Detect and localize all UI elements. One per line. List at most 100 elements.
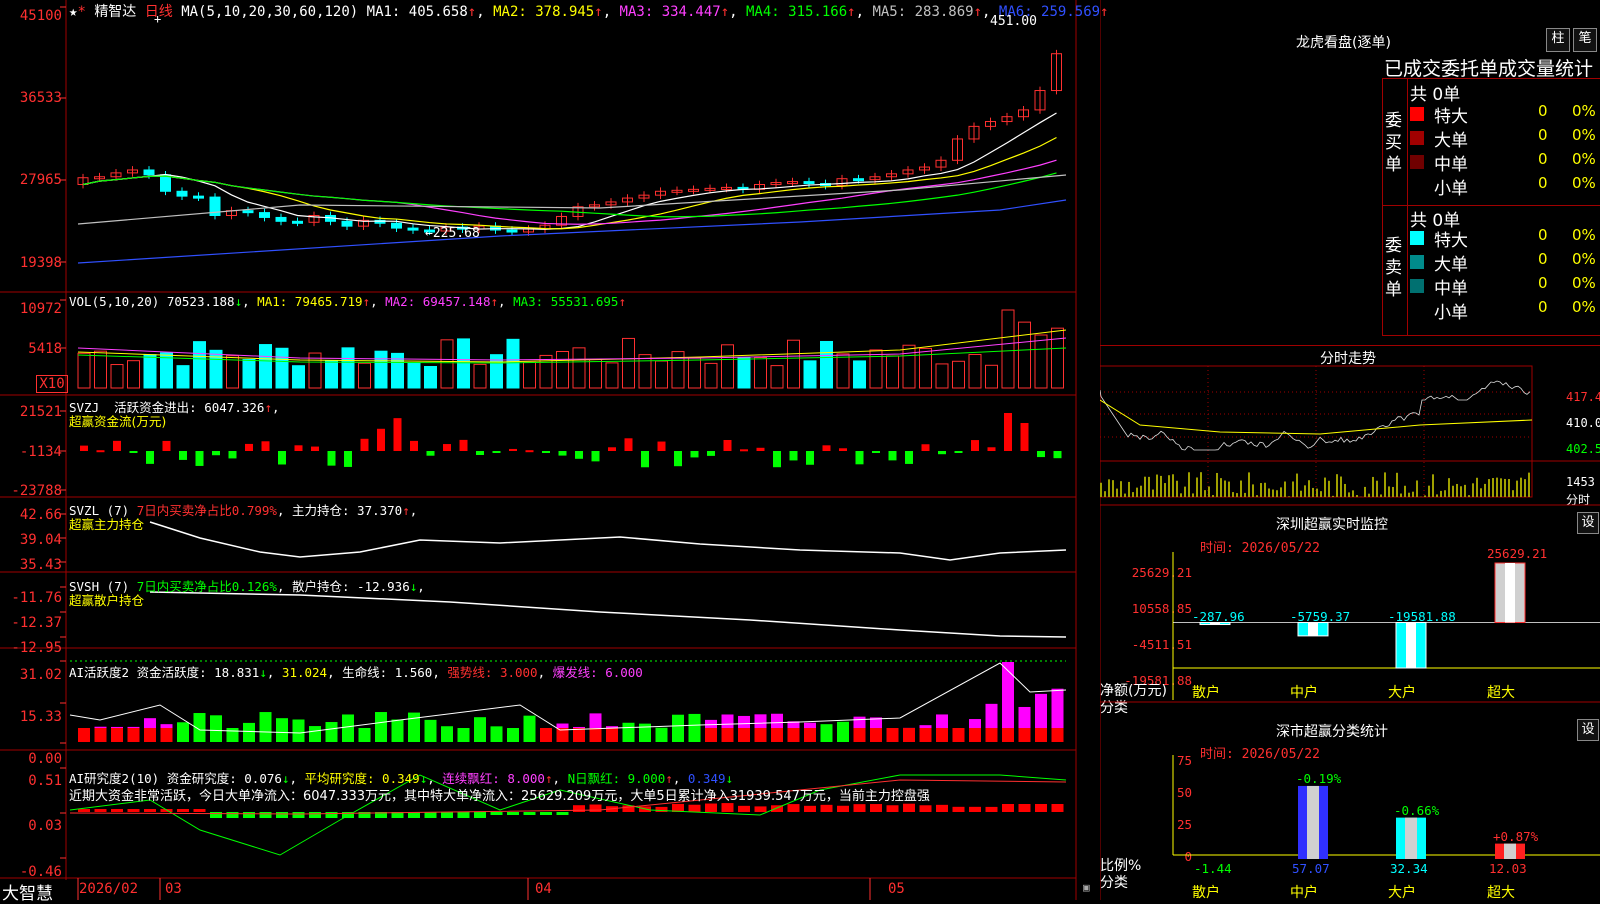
activity-base xyxy=(144,728,156,742)
volume-bar xyxy=(408,363,420,388)
ma3-value: MA3: 334.447 xyxy=(620,4,721,20)
ai-active-v5: 爆发线: 6.000 xyxy=(553,665,643,680)
sz-classify-settings-button[interactable]: 设 xyxy=(1577,719,1599,741)
sell-row-pct: 0% xyxy=(1572,226,1596,244)
money-flow-bar xyxy=(592,451,600,461)
buy-row-swatch xyxy=(1410,131,1424,145)
intraday-ytick-2: 402.5 xyxy=(1566,442,1600,456)
research-bar xyxy=(441,812,453,818)
ai-active-v4: 强势线: 3.000 xyxy=(447,665,537,680)
intraday-vol-bar xyxy=(1152,490,1154,497)
buy-row-swatch xyxy=(1410,155,1424,169)
research-bar xyxy=(507,812,519,815)
money-flow-bar xyxy=(394,418,402,451)
activity-base xyxy=(326,728,338,742)
activity-base xyxy=(722,728,734,742)
activity-base xyxy=(161,728,173,742)
intraday-vol-bar xyxy=(1288,496,1290,497)
research-bar xyxy=(854,804,866,812)
date-label-1: 03 xyxy=(165,881,182,897)
volume-bar xyxy=(590,360,602,388)
candle-body xyxy=(161,175,171,191)
volume-bar xyxy=(177,366,189,388)
money-flow-bar xyxy=(872,451,880,453)
sz-monitor-bar xyxy=(1298,623,1328,636)
research-bar xyxy=(837,806,849,812)
activity-base xyxy=(425,728,437,742)
research-bar xyxy=(936,805,948,812)
candle-body xyxy=(276,217,286,221)
intraday-vol-bar xyxy=(1180,493,1182,497)
money-flow-bar xyxy=(328,451,336,466)
sz-monitor-settings-button[interactable]: 设 xyxy=(1577,512,1599,534)
money-flow-bar xyxy=(97,450,105,452)
volume-bar xyxy=(738,357,750,388)
intraday-volume xyxy=(1100,472,1530,497)
money-flow-bar xyxy=(691,451,699,457)
research-bar xyxy=(128,809,140,812)
money-flow-bar xyxy=(163,441,171,451)
ma5-value: MA5: 283.869 xyxy=(872,4,973,20)
intraday-vol-bar xyxy=(1136,488,1138,497)
intraday-vol-bar xyxy=(1496,478,1498,497)
activity-base xyxy=(672,728,684,742)
research-bar xyxy=(144,809,156,812)
money-flow-bar xyxy=(938,451,946,454)
activity-base xyxy=(375,728,387,742)
intraday-vol-bar xyxy=(1312,488,1314,497)
money-flow-bar xyxy=(361,439,369,451)
research-bar xyxy=(788,804,800,812)
buy-row-name: 中单 xyxy=(1434,150,1468,175)
ytick-ai-active-2: 0.00 xyxy=(0,751,62,767)
research-bar xyxy=(474,812,486,818)
pen-mode-button[interactable]: 笔 xyxy=(1573,28,1597,52)
money-flow-bar xyxy=(905,451,913,464)
money-flow-bar xyxy=(641,451,649,467)
volume-bar xyxy=(788,340,800,388)
money-flow-bar xyxy=(740,449,748,451)
money-flow-bar xyxy=(856,451,864,464)
intraday-vol-bar xyxy=(1476,478,1478,497)
crosshair-icon[interactable]: + xyxy=(154,12,161,26)
volume-bar xyxy=(342,348,354,388)
intraday-vol-bar xyxy=(1216,473,1218,497)
money-flow-bar xyxy=(278,451,286,464)
research-bar xyxy=(326,812,338,818)
volume-bar xyxy=(804,361,816,388)
dragon-tiger-title: 龙虎看盘(逐单) xyxy=(1296,32,1391,52)
money-flow-bar xyxy=(1004,413,1012,451)
sz-classify-bar xyxy=(1396,818,1426,859)
intraday-vol-bar xyxy=(1132,492,1134,497)
activity-base xyxy=(804,728,816,742)
sell-row-name: 大单 xyxy=(1434,250,1468,275)
intraday-vol-bar xyxy=(1264,483,1266,497)
lock-icon[interactable]: ▣ xyxy=(1083,881,1090,894)
volume-bar xyxy=(936,364,948,388)
candle-body xyxy=(293,221,303,223)
money-flow-bar xyxy=(146,451,154,464)
sz-monitor-bar xyxy=(1396,623,1426,668)
buy-row-name: 特大 xyxy=(1434,102,1468,127)
ytick-svzj-1: -1134 xyxy=(0,444,62,460)
dragon-tiger-tabs[interactable]: 已成交委托单成交量统计 xyxy=(1384,54,1593,81)
bar-mode-button[interactable]: 柱 xyxy=(1546,28,1570,52)
money-flow-bar xyxy=(724,440,732,451)
buy-row-count: 0 xyxy=(1538,102,1548,120)
svsh-subtitle: 超赢散户持仓 xyxy=(69,590,144,609)
candle-body xyxy=(392,223,402,228)
research-bar xyxy=(524,812,536,815)
sz-classify-category: 中户 xyxy=(1290,882,1318,902)
chart-area[interactable]: ★* 精智达 日线 MA(5,10,20,30,60,120) MA1: 405… xyxy=(0,0,1078,900)
sz-monitor-value-label: -287.96 xyxy=(1192,609,1245,624)
research-bar xyxy=(870,804,882,812)
volume-bar xyxy=(1019,322,1031,388)
money-flow-bar xyxy=(889,451,897,460)
activity-base xyxy=(474,728,486,742)
research-bar xyxy=(243,812,255,818)
sz-classify-category: 超大 xyxy=(1487,882,1515,902)
activity-base xyxy=(986,728,998,742)
chart-canvas[interactable] xyxy=(0,0,1078,900)
intraday-vol-bar xyxy=(1172,474,1174,497)
activity-base xyxy=(788,728,800,742)
research-bar xyxy=(903,804,915,812)
